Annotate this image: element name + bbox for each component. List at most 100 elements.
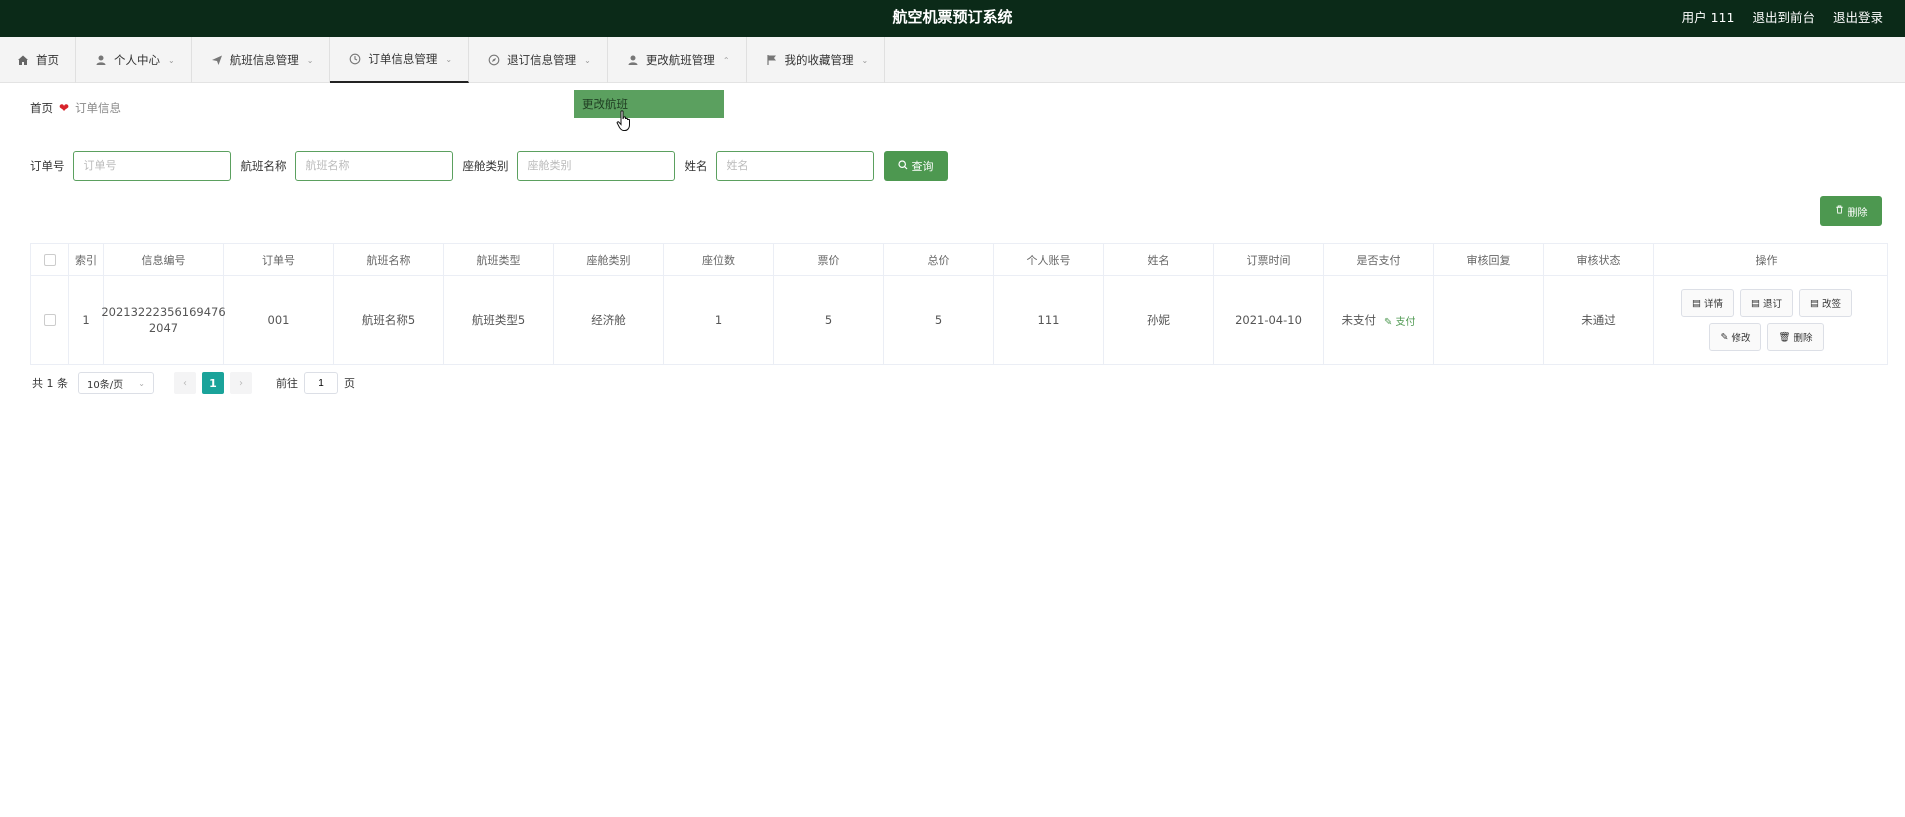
paid-status: 未支付 <box>1341 313 1376 327</box>
order-no-label: 订单号 <box>30 159 65 173</box>
dropdown-item-change-flight[interactable]: 更改航班 <box>582 97 628 111</box>
chevron-down-icon: ⌄ <box>445 54 453 64</box>
table-header-cell: 航班类型 <box>444 244 554 275</box>
change-ticket-button[interactable]: ▤ 改签 <box>1799 289 1852 317</box>
back-to-front-link[interactable]: 退出到前台 <box>1752 7 1815 26</box>
name-input[interactable] <box>715 151 874 181</box>
info-no-line1: 20213222356169476 <box>101 305 226 319</box>
nav-flight-info[interactable]: 航班信息管理 ⌄ <box>192 37 331 83</box>
compass-icon <box>487 53 501 67</box>
table-header-cell: 订单号 <box>224 244 334 275</box>
nav-refund-info[interactable]: 退订信息管理 ⌄ <box>469 37 608 83</box>
refund-button[interactable]: ▤ 退订 <box>1740 289 1793 317</box>
chevron-down-icon: ⌄ <box>138 378 145 388</box>
batch-delete-button[interactable]: 删除 <box>1820 196 1882 226</box>
cell-flight-type: 航班类型5 <box>444 276 554 364</box>
order-no-input[interactable] <box>72 151 231 181</box>
checkbox[interactable] <box>43 253 56 266</box>
table-header-cell: 座位数 <box>664 244 774 275</box>
edit-icon: ✎ <box>1383 316 1393 328</box>
page-unit: 页 <box>344 377 355 390</box>
cell-review-status: 未通过 <box>1544 276 1654 364</box>
flight-name-label: 航班名称 <box>240 159 287 173</box>
detail-button-label: 详情 <box>1703 299 1723 310</box>
nav-home-label: 首页 <box>36 53 59 67</box>
cell-seats: 1 <box>664 276 774 364</box>
goto-page-input[interactable] <box>304 372 338 394</box>
document-icon: ▤ <box>1751 297 1760 309</box>
page-size-select[interactable]: 10条/页 ⌄ <box>78 372 154 394</box>
total-count: 共 1 条 <box>32 377 68 390</box>
search-icon <box>897 159 908 173</box>
table-header-cell: 个人账号 <box>994 244 1104 275</box>
pagination: 共 1 条 10条/页 ⌄ ‹ 1 › 前往 页 <box>32 372 355 394</box>
row-select[interactable] <box>31 276 69 364</box>
query-button[interactable]: 查询 <box>883 151 948 181</box>
batch-delete-label: 删除 <box>1847 207 1868 219</box>
cell-price: 5 <box>774 276 884 364</box>
nav-change-flight[interactable]: 更改航班管理 ⌃ <box>608 37 747 83</box>
breadcrumb: 首页 ❤ 订单信息 <box>14 90 1904 126</box>
delete-button[interactable]: 🗑 删除 <box>1767 323 1824 351</box>
edit-button-label: 修改 <box>1731 333 1751 344</box>
cell-name: 孙妮 <box>1104 276 1214 364</box>
table-header-cell: 审核状态 <box>1544 244 1654 275</box>
detail-button[interactable]: ▤ 详情 <box>1681 289 1734 317</box>
logout-link[interactable]: 退出登录 <box>1833 7 1883 26</box>
nav-change-flight-label: 更改航班管理 <box>645 53 715 67</box>
nav-order-info[interactable]: 订单信息管理 ⌄ <box>330 37 470 83</box>
table-header-cell: 座舱类别 <box>554 244 664 275</box>
nav-refund-info-label: 退订信息管理 <box>507 53 577 67</box>
user-icon <box>626 53 640 67</box>
goto-label: 前往 <box>276 377 298 390</box>
order-table: 索引 信息编号 订单号 航班名称 航班类型 座舱类别 座位数 票价 总价 个人账… <box>30 243 1888 365</box>
checkbox[interactable] <box>43 314 56 326</box>
pay-link[interactable]: ✎ 支付 <box>1384 313 1416 328</box>
user-area: 用户 111 退出到前台 退出登录 <box>1682 7 1883 26</box>
chevron-right-icon: › <box>239 377 243 389</box>
document-icon: ▤ <box>1810 297 1819 309</box>
nav-my-favorites[interactable]: 我的收藏管理 ⌄ <box>747 37 886 83</box>
prev-page-button[interactable]: ‹ <box>174 372 196 394</box>
home-icon <box>16 53 30 67</box>
plane-icon <box>210 53 224 67</box>
edit-icon: ✎ <box>1720 331 1729 343</box>
chevron-down-icon: ⌄ <box>168 55 175 65</box>
trash-icon: 🗑 <box>1778 331 1791 343</box>
table-header-cell: 操作 <box>1755 253 1778 267</box>
breadcrumb-home[interactable]: 首页 <box>30 100 53 116</box>
table-header: 索引 信息编号 订单号 航班名称 航班类型 座舱类别 座位数 票价 总价 个人账… <box>31 244 1887 276</box>
chevron-left-icon: ‹ <box>183 377 187 389</box>
nav-home[interactable]: 首页 <box>0 37 76 83</box>
table-header-cell: 是否支付 <box>1324 244 1434 275</box>
flight-name-input[interactable] <box>294 151 453 181</box>
cell-cabin: 经济舱 <box>554 276 664 364</box>
nav-flight-info-label: 航班信息管理 <box>229 53 299 67</box>
cell-order-no: 001 <box>224 276 334 364</box>
table-header-cell: 订票时间 <box>1214 244 1324 275</box>
heart-icon: ❤ <box>59 101 70 115</box>
nav-personal-center[interactable]: 个人中心 ⌄ <box>76 37 192 83</box>
table-header-cell: 总价 <box>884 244 994 275</box>
table-header-cell: 姓名 <box>1104 244 1214 275</box>
page-size-value: 10条/页 <box>87 379 124 391</box>
header-select-all[interactable] <box>31 244 69 275</box>
document-icon: ▤ <box>1692 297 1701 309</box>
table-row: 1 20213222356169476 2047 001 航班名称5 航班类型5… <box>31 276 1887 364</box>
cell-total: 5 <box>884 276 994 364</box>
cell-flight-name: 航班名称5 <box>334 276 444 364</box>
user-icon <box>94 53 108 67</box>
change-ticket-button-label: 改签 <box>1821 299 1841 310</box>
chevron-up-icon: ⌃ <box>722 55 730 65</box>
next-page-button[interactable]: › <box>230 372 252 394</box>
cell-paid: 未支付 ✎ 支付 <box>1324 276 1434 364</box>
nav-my-favorites-label: 我的收藏管理 <box>784 53 854 67</box>
chevron-down-icon: ⌄ <box>584 55 591 65</box>
cell-info-no: 20213222356169476 2047 <box>101 276 226 364</box>
edit-button[interactable]: ✎ 修改 <box>1709 323 1762 351</box>
page-number-active[interactable]: 1 <box>202 372 224 394</box>
cabin-input[interactable] <box>516 151 675 181</box>
flag-icon <box>765 53 779 67</box>
breadcrumb-current: 订单信息 <box>75 101 122 115</box>
table-header-cell: 航班名称 <box>334 244 444 275</box>
